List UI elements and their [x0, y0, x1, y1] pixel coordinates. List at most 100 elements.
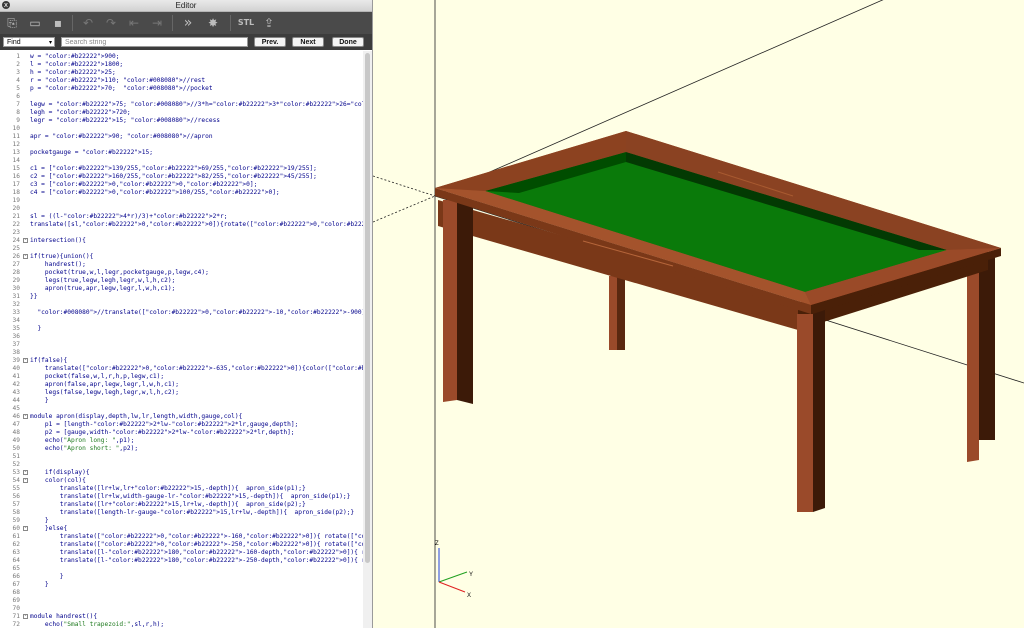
code-line[interactable]: 58 translate([length-lr-gauge-"color:#b2…: [0, 509, 363, 517]
fold-toggle-icon[interactable]: -: [23, 614, 28, 619]
unindent-icon[interactable]: ⇤: [124, 13, 144, 33]
done-button[interactable]: Done: [332, 37, 364, 47]
code-line[interactable]: 7 legw = "color:#b22222">75; "color:#0080…: [0, 101, 363, 109]
code-line[interactable]: 64 translate([l-"color:#b22222">180,"col…: [0, 557, 363, 565]
code-line[interactable]: 6: [0, 93, 363, 101]
code-line[interactable]: 23: [0, 229, 363, 237]
code-line[interactable]: 5 p = "color:#b22222">70; "color:#008080"…: [0, 85, 363, 93]
code-line[interactable]: 44 }: [0, 397, 363, 405]
code-line[interactable]: 56 translate([lr+lw,width-gauge-lr-"colo…: [0, 493, 363, 501]
fold-toggle-icon[interactable]: -: [23, 414, 28, 419]
code-line[interactable]: 2 l = "color:#b22222">1800;: [0, 61, 363, 69]
fold-toggle-icon[interactable]: -: [23, 358, 28, 363]
new-file-icon[interactable]: ⎘: [2, 13, 22, 33]
code-line[interactable]: 47 p1 = [length-"color:#b22222">2*lw-"co…: [0, 421, 363, 429]
code-line[interactable]: 12: [0, 141, 363, 149]
code-line[interactable]: 68: [0, 589, 363, 597]
render-icon[interactable]: ✸: [203, 13, 223, 33]
code-line[interactable]: 60- }else{: [0, 525, 363, 533]
preview-icon[interactable]: »: [178, 13, 198, 33]
code-line[interactable]: 45: [0, 405, 363, 413]
code-line[interactable]: 37: [0, 341, 363, 349]
save-file-icon[interactable]: ▪: [48, 13, 68, 33]
code-line[interactable]: 69: [0, 597, 363, 605]
code-line[interactable]: 70: [0, 605, 363, 613]
code-line[interactable]: 51: [0, 453, 363, 461]
redo-icon[interactable]: ↷: [101, 13, 121, 33]
code-line[interactable]: 53- if(display){: [0, 469, 363, 477]
fold-toggle-icon[interactable]: -: [23, 238, 28, 243]
code-line[interactable]: 25: [0, 245, 363, 253]
code-line[interactable]: 40 translate(["color:#b22222">0,"color:#…: [0, 365, 363, 373]
code-line[interactable]: 33 "color:#008080">//translate(["color:#…: [0, 309, 363, 317]
code-line[interactable]: 24- intersection(){: [0, 237, 363, 245]
export-stl-icon[interactable]: STL: [234, 13, 258, 33]
code-line[interactable]: 19: [0, 197, 363, 205]
open-file-icon[interactable]: ▭: [25, 13, 45, 33]
code-line[interactable]: 34: [0, 317, 363, 325]
code-line[interactable]: 15 c1 = ["color:#b22222">139/255,"color:#…: [0, 165, 363, 173]
code-line[interactable]: 27 handrest();: [0, 261, 363, 269]
code-line[interactable]: 22 translate([sl,"color:#b22222">0,"color…: [0, 221, 363, 229]
code-line[interactable]: 43 legs(false,legw,legh,legr,w,l,h,c2);: [0, 389, 363, 397]
code-line[interactable]: 26- if(true){union(){: [0, 253, 363, 261]
code-line[interactable]: 57 translate([lr+"color:#b22222">15,lr+l…: [0, 501, 363, 509]
code-line[interactable]: 20: [0, 205, 363, 213]
send-to-print-icon[interactable]: ⇪: [259, 13, 279, 33]
code-line[interactable]: 66 }: [0, 573, 363, 581]
code-line[interactable]: 65: [0, 565, 363, 573]
code-line[interactable]: 72 echo("Small trapezoid:",sl,r,h);: [0, 621, 363, 628]
3d-viewport[interactable]: Z Y X: [373, 0, 1024, 628]
undo-icon[interactable]: ↶: [78, 13, 98, 33]
code-line[interactable]: 3 h = "color:#b22222">25;: [0, 69, 363, 77]
code-line[interactable]: 52: [0, 461, 363, 469]
code-line[interactable]: 55 translate([lr+lw,lr+"color:#b22222">1…: [0, 485, 363, 493]
code-line[interactable]: 11 apr = "color:#b22222">90; "color:#0080…: [0, 133, 363, 141]
fold-toggle-icon[interactable]: -: [23, 526, 28, 531]
code-line[interactable]: 28 pocket(true,w,l,legr,pocketgauge,p,le…: [0, 269, 363, 277]
code-line[interactable]: 54- color(col){: [0, 477, 363, 485]
prev-button[interactable]: Prev.: [254, 37, 286, 47]
code-line[interactable]: 71- module handrest(){: [0, 613, 363, 621]
code-line[interactable]: 9 legr = "color:#b22222">15; "color:#0080…: [0, 117, 363, 125]
code-line[interactable]: 14: [0, 157, 363, 165]
code-line[interactable]: 4 r = "color:#b22222">110; "color:#008080…: [0, 77, 363, 85]
code-editor[interactable]: 1 w = "color:#b22222">900; 2 l = "color:#b2…: [0, 51, 363, 628]
code-line[interactable]: 61 translate(["color:#b22222">0,"color:#…: [0, 533, 363, 541]
find-mode-select[interactable]: Find ▾: [3, 37, 55, 47]
code-line[interactable]: 21 sl = ((l-"color:#b22222">4*r)/3)+"colo…: [0, 213, 363, 221]
code-line[interactable]: 42 apron(false,apr,legw,legr,l,w,h,c1);: [0, 381, 363, 389]
code-line[interactable]: 63 translate([l-"color:#b22222">180,"col…: [0, 549, 363, 557]
code-line[interactable]: 10: [0, 125, 363, 133]
code-line[interactable]: 46- module apron(display,depth,lw,lr,leng…: [0, 413, 363, 421]
code-line[interactable]: 18 c4 = ["color:#b22222">0,"color:#b22222…: [0, 189, 363, 197]
code-line[interactable]: 30 apron(true,apr,legw,legr,l,w,h,c1);: [0, 285, 363, 293]
code-line[interactable]: 17 c3 = ["color:#b22222">0,"color:#b22222…: [0, 181, 363, 189]
scrollbar-thumb[interactable]: [365, 53, 370, 563]
code-line[interactable]: 16 c2 = ["color:#b22222">160/255,"color:#…: [0, 173, 363, 181]
code-line[interactable]: 31}}: [0, 293, 363, 301]
code-line[interactable]: 49 echo("Apron long: ",p1);: [0, 437, 363, 445]
code-line[interactable]: 39- if(false){: [0, 357, 363, 365]
code-line[interactable]: 48 p2 = [gauge,width-"color:#b22222">2*l…: [0, 429, 363, 437]
code-scrollbar[interactable]: [363, 51, 372, 628]
code-line[interactable]: 50 echo("Apron short: ",p2);: [0, 445, 363, 453]
code-line[interactable]: 41 pocket(false,w,l,r,h,p,legw,c1);: [0, 373, 363, 381]
code-line[interactable]: 1 w = "color:#b22222">900;: [0, 53, 363, 61]
next-button[interactable]: Next: [292, 37, 324, 47]
search-input[interactable]: [61, 37, 248, 47]
fold-toggle-icon[interactable]: -: [23, 254, 28, 259]
fold-toggle-icon[interactable]: -: [23, 478, 28, 483]
code-line[interactable]: 35 }: [0, 325, 363, 333]
code-line[interactable]: 59 }: [0, 517, 363, 525]
fold-toggle-icon[interactable]: -: [23, 470, 28, 475]
code-line[interactable]: 8 legh = "color:#b22222">720;: [0, 109, 363, 117]
code-line[interactable]: 13 pocketgauge = "color:#b22222">15;: [0, 149, 363, 157]
indent-icon[interactable]: ⇥: [147, 13, 167, 33]
code-line[interactable]: 62 translate(["color:#b22222">0,"color:#…: [0, 541, 363, 549]
code-line[interactable]: 32: [0, 301, 363, 309]
code-line[interactable]: 29 legs(true,legw,legh,legr,w,l,h,c2);: [0, 277, 363, 285]
code-line[interactable]: 36: [0, 333, 363, 341]
code-line[interactable]: 38: [0, 349, 363, 357]
code-line[interactable]: 67 }: [0, 581, 363, 589]
